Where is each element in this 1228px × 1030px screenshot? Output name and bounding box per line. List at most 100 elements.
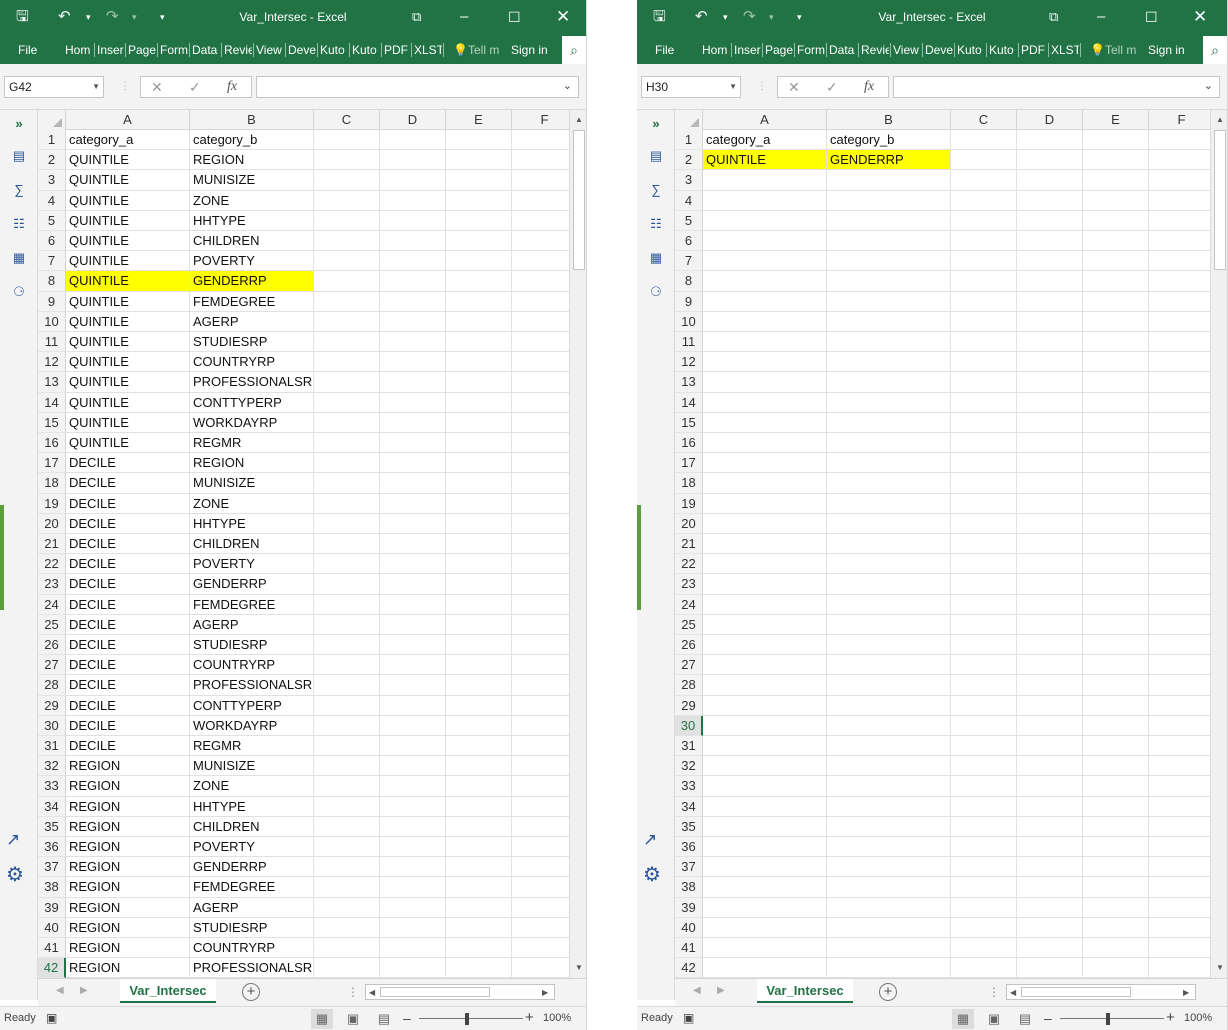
row-header[interactable]: 12 (675, 352, 703, 373)
cell[interactable] (446, 655, 512, 676)
cell[interactable]: CHILDREN (190, 534, 314, 555)
cell[interactable] (446, 857, 512, 878)
scroll-up-icon[interactable]: ▲ (1211, 112, 1227, 128)
row-header[interactable]: 1 (675, 130, 703, 151)
cell[interactable] (512, 797, 569, 817)
cell[interactable] (827, 958, 951, 978)
cell[interactable] (951, 352, 1017, 373)
zoom-slider-handle[interactable] (1106, 1013, 1110, 1025)
cell[interactable] (827, 352, 951, 373)
cell[interactable] (314, 655, 380, 676)
cell[interactable] (314, 614, 380, 635)
cell[interactable]: QUINTILE (66, 271, 190, 292)
find-tool-icon[interactable]: ⚆ (8, 284, 30, 300)
cell[interactable] (1083, 231, 1149, 252)
cell[interactable] (446, 554, 512, 575)
cell[interactable]: COUNTRYRP (190, 938, 314, 959)
cell[interactable] (380, 695, 446, 716)
row-header[interactable]: 40 (38, 917, 66, 938)
sign-in-link[interactable]: Sign in (1148, 41, 1185, 59)
tab-file[interactable]: File (18, 41, 37, 59)
row-header[interactable]: 22 (675, 554, 703, 575)
cell[interactable] (314, 897, 380, 918)
cell[interactable]: AGERP (190, 897, 314, 918)
cell[interactable]: POVERTY (190, 837, 314, 858)
cell[interactable] (1149, 756, 1210, 777)
cell[interactable] (446, 695, 512, 716)
row-header[interactable]: 21 (38, 534, 66, 555)
cell[interactable] (446, 392, 512, 413)
cell[interactable] (314, 412, 380, 433)
tell-me-box[interactable]: Tell m (1105, 41, 1141, 59)
cell[interactable] (380, 958, 446, 978)
cell[interactable]: REGION (190, 150, 314, 171)
row-header[interactable]: 37 (675, 857, 703, 878)
cell[interactable] (1083, 736, 1149, 757)
cell[interactable] (1149, 251, 1210, 272)
cell[interactable] (446, 130, 512, 151)
cell[interactable] (512, 473, 569, 494)
cell[interactable] (951, 372, 1017, 393)
ribbon-display-options-icon[interactable]: ⧉ (412, 6, 421, 28)
cell[interactable] (446, 251, 512, 272)
cell[interactable] (1149, 413, 1210, 433)
cell[interactable] (314, 190, 380, 211)
scroll-right-icon[interactable]: ▶ (1183, 985, 1189, 1001)
insert-function-icon[interactable]: fx (864, 78, 874, 96)
row-header[interactable]: 13 (38, 372, 66, 393)
cell[interactable] (446, 816, 512, 837)
cell[interactable] (703, 715, 827, 736)
cell[interactable]: DECILE (66, 695, 190, 716)
row-header[interactable]: 4 (38, 190, 66, 211)
cell[interactable] (1017, 816, 1083, 837)
row-header[interactable]: 40 (675, 917, 703, 938)
cell[interactable] (703, 614, 827, 635)
tab-review[interactable]: Revie (861, 41, 889, 59)
worksheet-grid[interactable]: ABCDEF 1 category_a category_b 2 QUINTILE REG… (38, 110, 569, 978)
cell[interactable] (446, 837, 512, 858)
horizontal-scroll-thumb[interactable] (380, 987, 490, 997)
cell[interactable] (512, 696, 569, 716)
cell[interactable] (1017, 554, 1083, 575)
normal-view-icon[interactable]: ▦ (952, 1009, 974, 1029)
cell[interactable]: REGMR (190, 433, 314, 454)
sheet-prev-icon[interactable]: ◀ (693, 985, 701, 996)
cell[interactable] (827, 857, 951, 878)
cell[interactable] (703, 917, 827, 938)
cell[interactable] (380, 170, 446, 191)
cell[interactable] (1149, 938, 1210, 959)
cell[interactable] (446, 493, 512, 514)
cell[interactable] (1083, 837, 1149, 858)
cell[interactable] (951, 251, 1017, 272)
expand-pane-icon[interactable]: » (645, 116, 667, 131)
cell[interactable] (1149, 736, 1210, 757)
cell[interactable] (1017, 473, 1083, 494)
cell[interactable]: STUDIESRP (190, 917, 314, 938)
cell[interactable] (314, 917, 380, 938)
cell[interactable] (951, 958, 1017, 978)
cell[interactable] (951, 837, 1017, 858)
cell[interactable] (380, 271, 446, 292)
cell[interactable] (380, 776, 446, 797)
cell[interactable] (1083, 917, 1149, 938)
cell[interactable] (1017, 412, 1083, 433)
cell[interactable] (1017, 837, 1083, 858)
cell[interactable] (512, 534, 569, 555)
cell[interactable] (1083, 291, 1149, 312)
cell[interactable]: FEMDEGREE (190, 877, 314, 898)
cell[interactable] (703, 311, 827, 332)
cell[interactable]: DECILE (66, 614, 190, 635)
close-icon[interactable]: ✕ (1193, 6, 1207, 28)
cell[interactable] (1149, 817, 1210, 837)
row-header[interactable]: 11 (38, 332, 66, 353)
cell[interactable] (951, 917, 1017, 938)
cell[interactable] (1149, 877, 1210, 898)
cell[interactable] (827, 190, 951, 211)
cell[interactable] (380, 150, 446, 171)
cell[interactable] (512, 554, 569, 575)
stack-tool-icon[interactable]: ☷ (645, 216, 667, 232)
tab-xlstat[interactable]: XLST (414, 41, 442, 59)
cell[interactable] (703, 776, 827, 797)
cell[interactable] (1083, 796, 1149, 817)
cell[interactable] (314, 210, 380, 231)
